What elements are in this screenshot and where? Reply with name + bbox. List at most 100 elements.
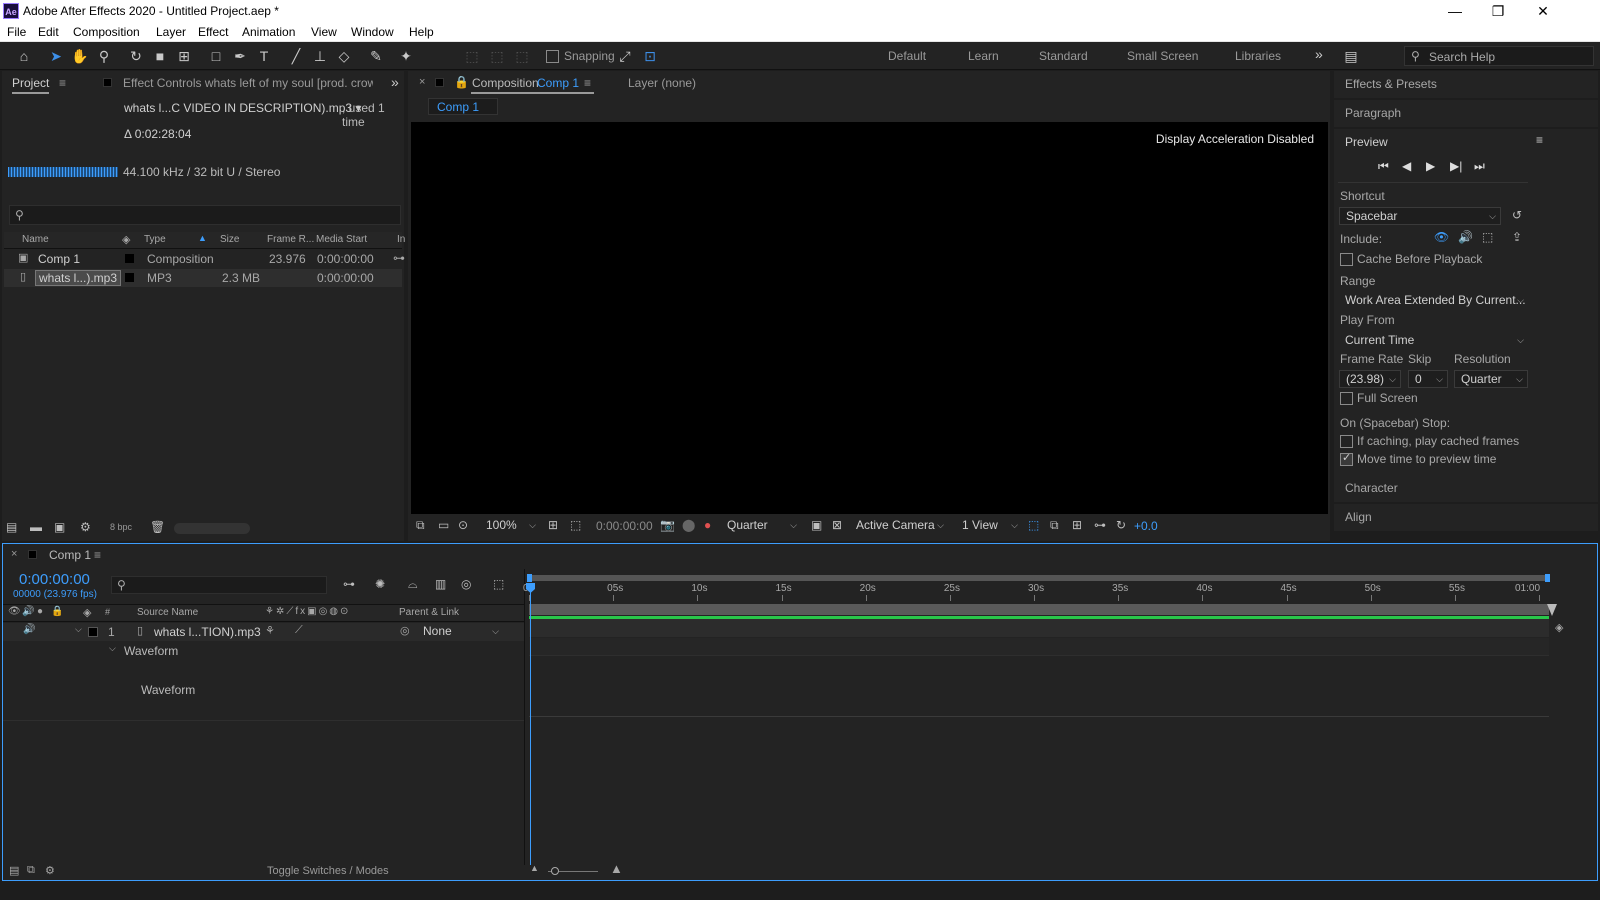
frame-rate-dropdown[interactable]: (23.98) ⌵: [1339, 370, 1401, 388]
col-size[interactable]: Size: [220, 234, 239, 245]
quality-switch-icon[interactable]: ⟋: [295, 624, 303, 637]
delete-icon[interactable]: 🗑: [150, 520, 165, 534]
tab-composition-label[interactable]: Composition: [472, 76, 539, 90]
comp-navigator-tab[interactable]: Comp 1: [428, 98, 498, 115]
minimize-button[interactable]: —: [1435, 1, 1475, 21]
navigator-end-handle[interactable]: [1545, 574, 1550, 582]
zoom-in-icon[interactable]: ▲: [610, 861, 623, 876]
timeline-track-area[interactable]: 0s05s10s15s20s25s30s35s40s45s50s55s01:00…: [523, 569, 1597, 865]
col-frame-rate[interactable]: Frame R...: [267, 234, 314, 245]
layer-row[interactable]: 🔊 ⌵ 1 ▯ whats l...TION).mp3 ⚘ ⟋ ◎ None ⌵: [3, 623, 524, 641]
timeline-menu-icon[interactable]: ≡: [94, 548, 101, 562]
brush-tool-icon[interactable]: ╱: [286, 46, 306, 66]
puppet-pin-tool-icon[interactable]: ✦: [396, 46, 416, 66]
bpc-button[interactable]: 8 bpc: [110, 522, 132, 532]
toggle-switches-modes-button[interactable]: Toggle Switches / Modes: [267, 865, 389, 877]
camera-tool-icon[interactable]: ■: [150, 46, 170, 66]
resolution-dropdown[interactable]: Quarter ⌵: [1454, 370, 1528, 388]
col-parent-link[interactable]: Parent & Link: [399, 607, 459, 618]
table-row[interactable]: ▣ Comp 1 Composition 23.976 0:00:00:00 ⊶: [4, 250, 405, 268]
expand-group-icon[interactable]: ⌵: [109, 643, 116, 654]
selection-tool-icon[interactable]: ➤: [46, 46, 66, 66]
snapshot-icon[interactable]: 📷: [660, 518, 675, 532]
external-output-icon[interactable]: ⇪: [1512, 230, 1522, 244]
axis-world-icon[interactable]: ⬚: [487, 46, 507, 66]
timeline-icon[interactable]: ⊞: [1072, 518, 1082, 532]
workspace-default[interactable]: Default: [888, 49, 926, 63]
composition-viewer[interactable]: Display Acceleration Disabled: [411, 122, 1328, 514]
modes-toggle-icon[interactable]: ⧉: [27, 864, 35, 877]
play-icon[interactable]: ▶: [1426, 159, 1435, 173]
menu-composition[interactable]: Composition: [73, 25, 140, 39]
in-out-toggle-icon[interactable]: ⚙: [45, 864, 55, 877]
timeline-tab[interactable]: Comp 1: [49, 548, 91, 562]
audio-enabled-icon[interactable]: 🔊: [23, 624, 35, 635]
expand-layer-icon[interactable]: ⌵: [75, 624, 82, 635]
col-type[interactable]: Type: [144, 234, 166, 245]
menu-view[interactable]: View: [311, 25, 337, 39]
pan-behind-tool-icon[interactable]: ⊞: [174, 46, 194, 66]
tab-project[interactable]: Project: [12, 76, 50, 94]
preview-menu-icon[interactable]: ≡: [1536, 133, 1543, 147]
workspace-libraries[interactable]: Libraries: [1235, 49, 1281, 63]
if-caching-checkbox[interactable]: [1340, 435, 1353, 448]
tab-composition-name[interactable]: Comp 1: [537, 76, 579, 90]
resolution-dropdown[interactable]: Quarter ⌵: [721, 517, 801, 535]
property-group-row[interactable]: ⌵ Waveform: [3, 642, 524, 660]
include-overlays-icon[interactable]: ⬚: [1482, 230, 1493, 244]
align-panel[interactable]: Align: [1334, 504, 1598, 531]
close-tab-icon[interactable]: ×: [11, 548, 17, 560]
menu-help[interactable]: Help: [409, 25, 434, 39]
layer-duration-bar[interactable]: [529, 619, 1549, 637]
property-row[interactable]: Waveform: [3, 661, 524, 721]
range-dropdown[interactable]: Work Area Extended By Current... ⌵: [1339, 292, 1528, 310]
skip-dropdown[interactable]: 0 ⌵: [1408, 370, 1448, 388]
motion-blur-icon[interactable]: ◎: [461, 577, 471, 591]
timeline-search-field[interactable]: ⚲: [111, 576, 327, 594]
flowchart-icon[interactable]: ⊶: [393, 251, 405, 265]
first-frame-icon[interactable]: ⏮: [1378, 159, 1389, 174]
table-row[interactable]: ▯ whats l...).mp3 MP3 2.3 MB 0:00:00:00: [4, 269, 402, 287]
toggle-pixel-aspect-icon[interactable]: ⬚: [1028, 518, 1039, 532]
fast-previews-icon[interactable]: ▣: [811, 518, 822, 532]
menu-animation[interactable]: Animation: [242, 25, 295, 39]
shortcut-dropdown[interactable]: Spacebar ⌵: [1339, 207, 1501, 225]
panel-overflow-icon[interactable]: »: [391, 74, 399, 90]
transparency-grid-icon[interactable]: ⊠: [832, 518, 842, 532]
time-navigator-bar[interactable]: [529, 575, 1549, 581]
selected-item-name[interactable]: whats l...C VIDEO IN DESCRIPTION).mp3 ▾: [124, 101, 361, 115]
full-screen-checkbox[interactable]: [1340, 392, 1353, 405]
paragraph-panel[interactable]: Paragraph: [1334, 100, 1598, 127]
search-help-field[interactable]: ⚲ Search Help: [1404, 46, 1594, 66]
new-composition-icon[interactable]: ▣: [54, 520, 65, 534]
workspace-more-icon[interactable]: »: [1315, 46, 1323, 62]
rectangle-tool-icon[interactable]: □: [206, 46, 226, 66]
new-folder-icon[interactable]: ▬: [30, 520, 42, 534]
mask-visibility-icon[interactable]: ⊙: [458, 518, 468, 532]
comp-menu-icon[interactable]: ≡: [584, 76, 591, 90]
draft-3d-icon[interactable]: ✺: [375, 577, 385, 591]
hand-tool-icon[interactable]: ✋: [70, 46, 90, 66]
layer-label-swatch[interactable]: [88, 627, 98, 637]
home-icon[interactable]: ⌂: [14, 46, 34, 66]
move-time-checkbox[interactable]: [1340, 451, 1353, 466]
camera-view-dropdown[interactable]: Active Camera ⌵: [850, 517, 948, 535]
col-source-name[interactable]: Source Name: [137, 607, 198, 618]
project-settings-icon[interactable]: ⚙: [80, 520, 91, 534]
navigator-start-handle[interactable]: [527, 574, 532, 582]
eraser-tool-icon[interactable]: ◇: [334, 46, 354, 66]
menu-layer[interactable]: Layer: [156, 25, 186, 39]
thumbnail-size-slider[interactable]: [174, 523, 250, 534]
current-timecode[interactable]: 0:00:00:00: [19, 571, 90, 588]
pen-tool-icon[interactable]: ✒: [230, 46, 250, 66]
clone-stamp-tool-icon[interactable]: ⊥: [310, 46, 330, 66]
col-media-start[interactable]: Media Start: [316, 234, 367, 245]
comp-button-icon[interactable]: ◈: [1555, 621, 1563, 634]
fit-comp-icon[interactable]: ⧉: [1050, 518, 1059, 533]
zoom-tool-icon[interactable]: ⚲: [94, 46, 114, 66]
cache-before-playback-checkbox[interactable]: [1340, 253, 1353, 266]
label-color-swatch[interactable]: [125, 273, 134, 282]
snap-feature-icon[interactable]: ⊡: [640, 46, 660, 66]
snap-options-icon[interactable]: ⤢: [615, 46, 635, 66]
layer-name[interactable]: whats l...TION).mp3: [154, 625, 261, 639]
